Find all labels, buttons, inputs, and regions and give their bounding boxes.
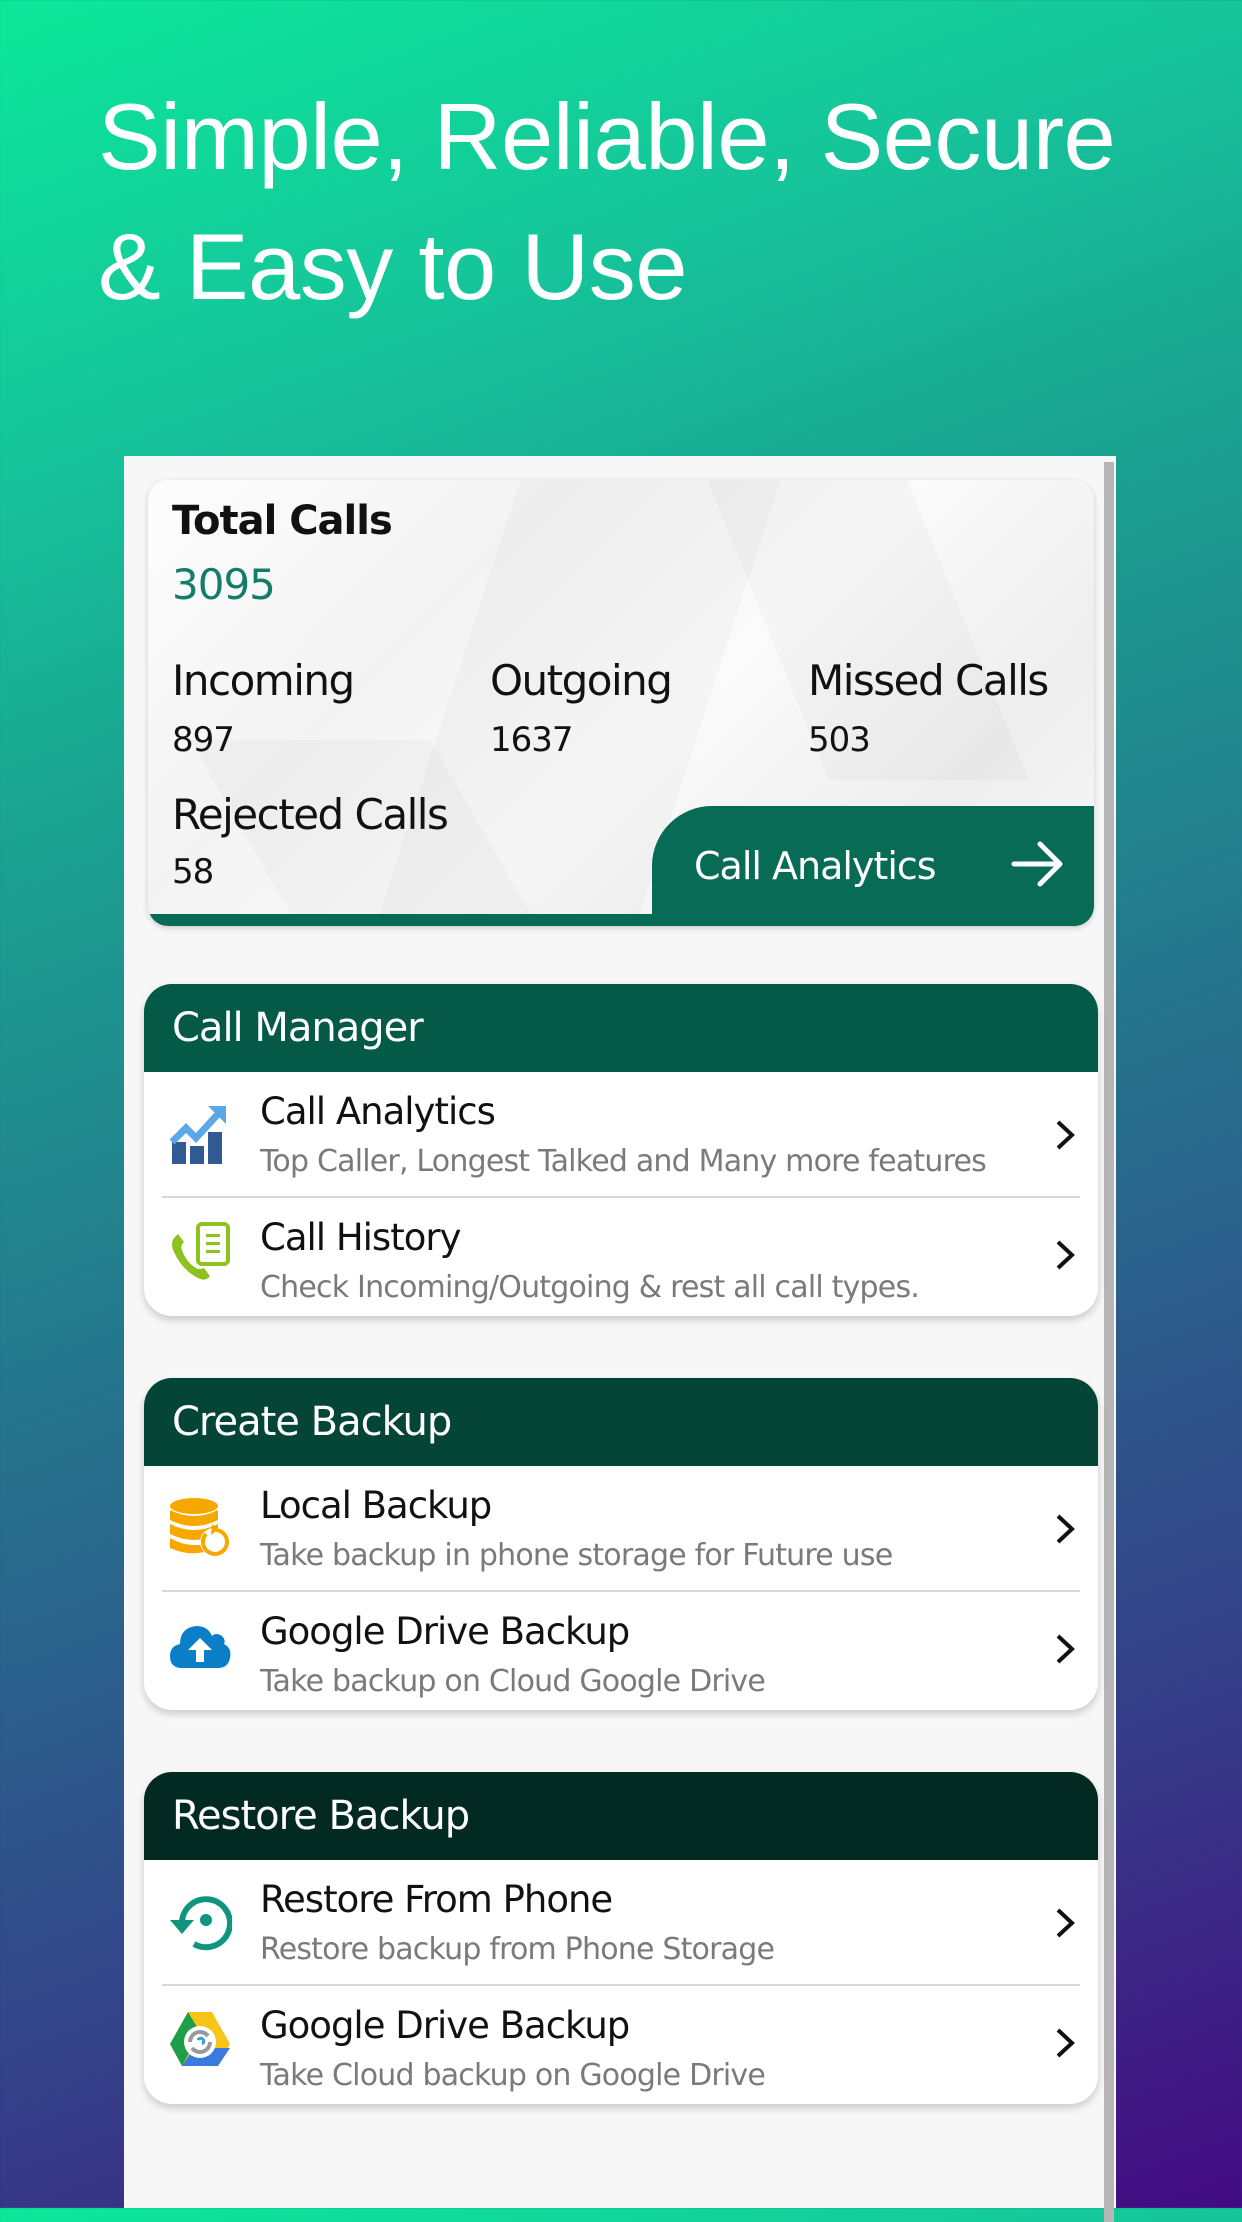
item-subtitle: Top Caller, Longest Talked and Many more… [260,1144,987,1179]
phone-screen: Total Calls 3095 Incoming 897 Outgoing 1… [124,456,1116,2222]
call-analytics-item[interactable]: Call Analytics Top Caller, Longest Talke… [144,1072,1098,1196]
restore-icon [170,1896,232,1951]
item-title: Call History [260,1216,461,1259]
phone-document-icon [172,1222,230,1280]
total-calls-value: 3095 [172,560,276,609]
google-drive-restore-item[interactable]: Google Drive Backup Take Cloud backup on… [144,1986,1098,2104]
restore-backup-header: Restore Backup [144,1772,1098,1860]
chevron-right-icon [1056,1634,1075,1664]
item-title: Local Backup [260,1484,492,1527]
missed-calls-value: 503 [808,720,871,760]
restore-backup-section: Restore Backup Restore From Phone Restor… [144,1772,1098,2104]
item-title: Google Drive Backup [260,2004,630,2047]
item-title: Call Analytics [260,1090,496,1133]
database-restore-icon [170,1498,229,1556]
headline-line-1: Simple, Reliable, Secure [98,84,1116,189]
call-analytics-button[interactable]: Call Analytics [652,806,1094,926]
google-drive-backup-item[interactable]: Google Drive Backup Take backup on Cloud… [144,1592,1098,1710]
local-backup-item[interactable]: Local Backup Take backup in phone storag… [144,1466,1098,1590]
item-title: Restore From Phone [260,1878,613,1921]
chevron-right-icon [1056,1514,1075,1544]
rejected-calls-value: 58 [172,852,214,892]
item-subtitle: Take backup in phone storage for Future … [260,1538,893,1573]
outgoing-value: 1637 [490,720,574,760]
item-title: Google Drive Backup [260,1610,630,1653]
rejected-calls-label: Rejected Calls [172,790,449,839]
create-backup-section: Create Backup Local Backup Take backup i… [144,1378,1098,1710]
google-drive-sync-icon [170,2012,230,2066]
create-backup-header: Create Backup [144,1378,1098,1466]
item-subtitle: Take backup on Cloud Google Drive [260,1664,766,1699]
promo-headline: Simple, Reliable, Secure & Easy to Use [98,72,1218,332]
restore-from-phone-item[interactable]: Restore From Phone Restore backup from P… [144,1860,1098,1984]
chevron-right-icon [1056,1908,1075,1938]
total-calls-label: Total Calls [172,498,393,544]
call-history-item[interactable]: Call History Check Incoming/Outgoing & r… [144,1198,1098,1316]
call-manager-section: Call Manager Call Analytics Top Caller, … [144,984,1098,1316]
incoming-value: 897 [172,720,235,760]
chevron-right-icon [1056,1120,1075,1150]
item-subtitle: Check Incoming/Outgoing & rest all call … [260,1270,920,1305]
arrow-right-icon [1011,841,1063,887]
call-stats-card: Total Calls 3095 Incoming 897 Outgoing 1… [148,480,1094,926]
call-manager-header: Call Manager [144,984,1098,1072]
incoming-label: Incoming [172,656,355,705]
item-subtitle: Take Cloud backup on Google Drive [260,2058,766,2093]
chart-growth-icon [169,1106,226,1164]
missed-calls-label: Missed Calls [808,656,1049,705]
call-analytics-button-label: Call Analytics [694,844,937,888]
headline-line-2: & Easy to Use [98,214,688,319]
cloud-upload-icon [170,1626,231,1668]
scrollbar[interactable] [1104,462,1114,2222]
item-subtitle: Restore backup from Phone Storage [260,1932,775,1967]
outgoing-label: Outgoing [490,656,673,705]
chevron-right-icon [1056,2028,1075,2058]
chevron-right-icon [1056,1240,1075,1270]
